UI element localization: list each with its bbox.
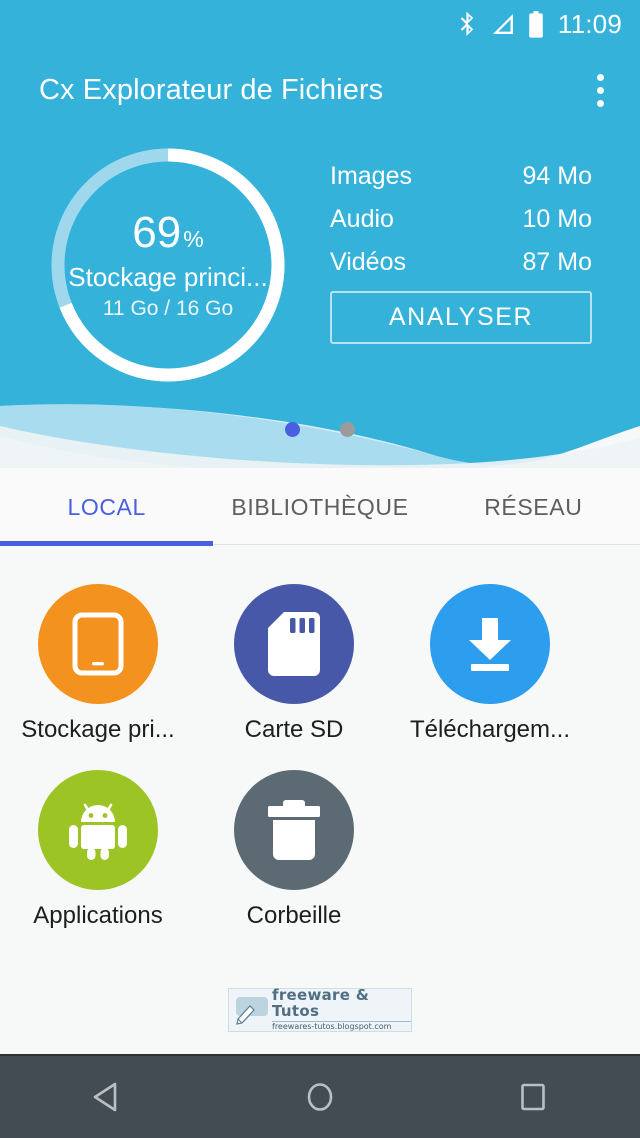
nav-home-button[interactable] bbox=[260, 1055, 380, 1138]
tab-active-indicator bbox=[0, 541, 213, 546]
more-vert-icon[interactable] bbox=[576, 64, 624, 116]
grid-item-downloads[interactable]: Téléchargem... bbox=[392, 556, 588, 742]
android-nav-bar bbox=[0, 1054, 640, 1138]
watermark: freeware & Tutos freewares-tutos.blogspo… bbox=[228, 988, 412, 1032]
page-indicator[interactable] bbox=[0, 420, 640, 438]
stat-label: Images bbox=[330, 162, 412, 190]
analyse-button[interactable]: ANALYSER bbox=[330, 291, 592, 344]
android-icon bbox=[38, 770, 158, 890]
download-icon-glyph bbox=[469, 618, 511, 671]
storage-donut-ring bbox=[51, 148, 285, 382]
more-dot bbox=[596, 86, 604, 94]
status-bar: 11:09 bbox=[0, 0, 640, 48]
stat-row: Images 94 Mo bbox=[330, 162, 592, 191]
grid-item-applications[interactable]: Applications bbox=[0, 742, 196, 928]
grid-item-label: Carte SD bbox=[244, 716, 344, 743]
trash-icon bbox=[234, 770, 354, 890]
stat-value: 94 Mo bbox=[522, 162, 592, 190]
grid-item-label: Téléchargem... bbox=[409, 716, 571, 743]
grid-item-trash[interactable]: Corbeille bbox=[196, 742, 392, 928]
watermark-subtitle: freewares-tutos.blogspot.com bbox=[272, 1020, 411, 1032]
stat-label: Audio bbox=[330, 205, 394, 233]
more-dot bbox=[596, 73, 604, 81]
app-screen: 11:09 Cx Explorateur de Fichiers 69% Sto… bbox=[0, 0, 640, 1138]
trash-icon-glyph bbox=[268, 800, 320, 860]
status-time: 11:09 bbox=[557, 8, 622, 39]
android-icon-glyph bbox=[69, 803, 127, 860]
pencil-bubble-icon bbox=[236, 997, 268, 1025]
sd-card-icon-glyph bbox=[268, 612, 320, 676]
tab-bar: LOCAL BIBLIOTHÈQUE RÉSEAU bbox=[0, 468, 640, 546]
storage-donut[interactable]: 69% Stockage princi... 11 Go / 16 Go bbox=[44, 141, 292, 389]
nav-back-button[interactable] bbox=[47, 1055, 167, 1138]
phone-icon-glyph bbox=[72, 612, 124, 676]
phone-icon bbox=[38, 584, 158, 704]
battery-icon bbox=[529, 10, 543, 38]
status-icons bbox=[459, 10, 544, 38]
page-title: Cx Explorateur de Fichiers bbox=[39, 73, 384, 106]
grid-item-label: Stockage pri... bbox=[21, 716, 175, 743]
sd-card-icon bbox=[234, 584, 354, 704]
more-dot bbox=[596, 99, 604, 107]
grid-item-label: Corbeille bbox=[246, 902, 342, 929]
recents-square-icon bbox=[521, 1083, 546, 1111]
nav-recents-button[interactable] bbox=[473, 1055, 593, 1138]
stat-row: Audio 10 Mo bbox=[330, 205, 592, 234]
stat-value: 10 Mo bbox=[522, 205, 592, 233]
grid-item-internal-storage[interactable]: Stockage pri... bbox=[0, 556, 196, 742]
tab-local[interactable]: LOCAL bbox=[0, 468, 213, 546]
watermark-text: freeware & Tutos freewares-tutos.blogspo… bbox=[272, 988, 411, 1031]
stat-value: 87 Mo bbox=[522, 248, 592, 276]
grid-item-label: Applications bbox=[33, 902, 163, 929]
shortcut-grid: Stockage pri... Carte SD Téléchargem... … bbox=[0, 556, 640, 970]
stat-label: Vidéos bbox=[330, 248, 406, 276]
app-bar: Cx Explorateur de Fichiers bbox=[0, 48, 640, 132]
tab-bibliotheque[interactable]: BIBLIOTHÈQUE bbox=[213, 468, 426, 546]
watermark-title: freeware & Tutos bbox=[272, 986, 370, 1021]
stat-row: Vidéos 87 Mo bbox=[330, 248, 592, 277]
grid-item-sd-card[interactable]: Carte SD bbox=[196, 556, 392, 742]
download-icon bbox=[430, 584, 550, 704]
page-dot-active[interactable] bbox=[285, 421, 300, 437]
signal-icon bbox=[492, 14, 513, 34]
home-circle-icon bbox=[307, 1083, 333, 1111]
storage-hero-panel: 69% Stockage princi... 11 Go / 16 Go Ima… bbox=[0, 132, 640, 400]
storage-stats: Images 94 Mo Audio 10 Mo Vidéos 87 Mo AN… bbox=[330, 162, 592, 344]
page-dot-inactive[interactable] bbox=[340, 421, 355, 437]
tab-reseau[interactable]: RÉSEAU bbox=[427, 468, 640, 546]
back-triangle-icon bbox=[93, 1082, 116, 1112]
bluetooth-icon bbox=[460, 11, 474, 36]
